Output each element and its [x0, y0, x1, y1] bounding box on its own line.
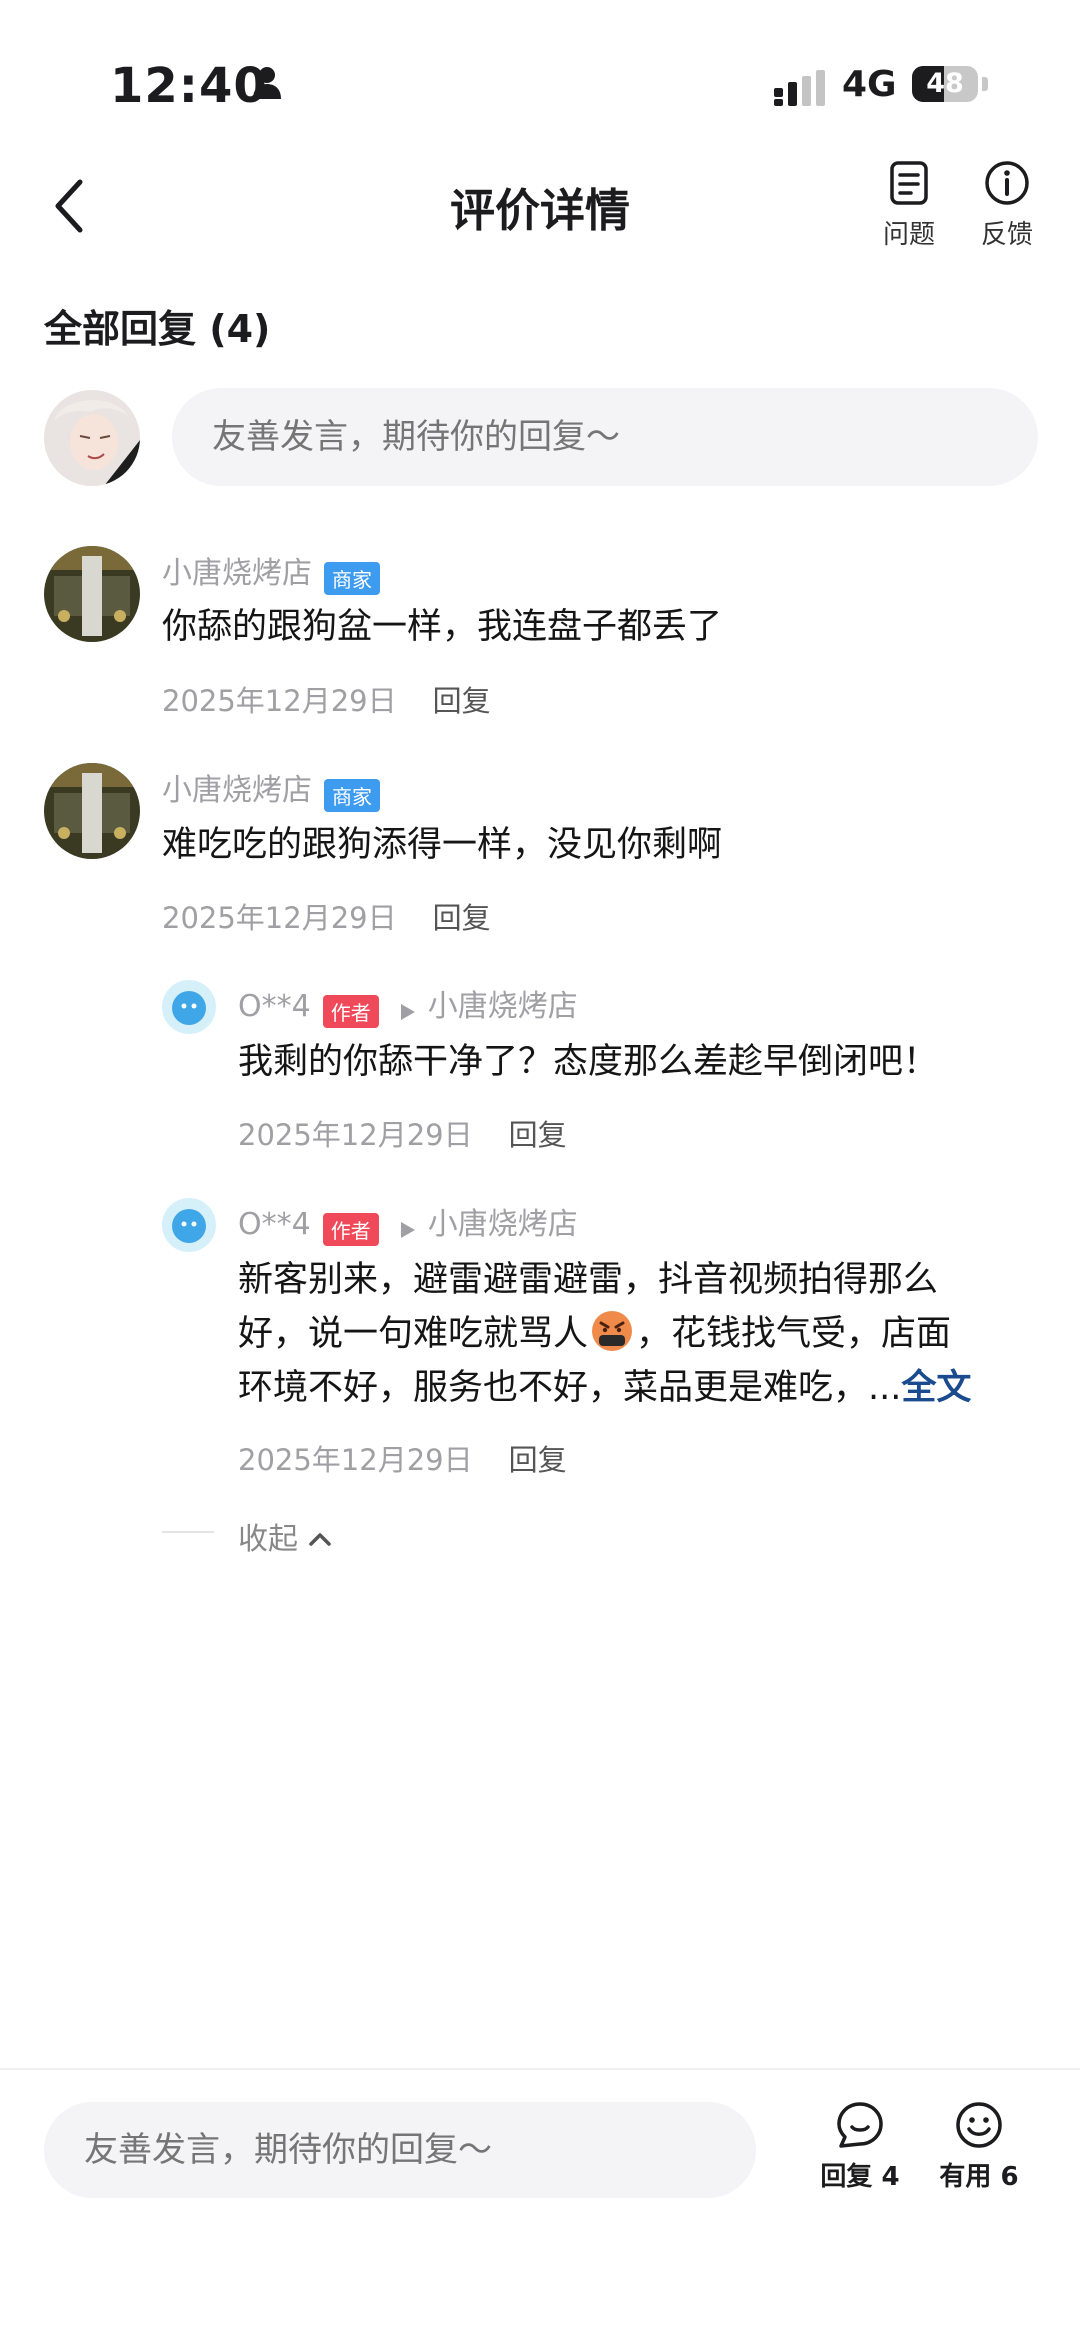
- replier-name[interactable]: O**4: [238, 1207, 311, 1242]
- merchant-avatar[interactable]: [44, 763, 140, 859]
- user-avatar[interactable]: [44, 390, 140, 486]
- merchant-badge: 商家: [324, 779, 380, 812]
- info-icon: [985, 161, 1029, 205]
- author-badge: 作者: [322, 995, 379, 1028]
- reply-button[interactable]: 回复: [509, 1118, 567, 1152]
- reply-button[interactable]: 回复: [433, 901, 491, 935]
- angry-face-icon: [592, 1311, 633, 1351]
- reply-text: 我剩的你舔干净了？态度那么差趁早倒闭吧！: [238, 1042, 939, 1082]
- reply-text-line: 环境不好，服务也不好，菜品更是难吃，...全文: [238, 1368, 972, 1408]
- merchant-avatar[interactable]: [44, 546, 140, 642]
- network-label: 4G: [842, 64, 897, 105]
- document-icon: [890, 161, 928, 205]
- chevron-up-icon: [308, 1533, 331, 1546]
- reply-arrow-icon: [400, 1003, 415, 1020]
- ellipsis: ...: [868, 1368, 902, 1408]
- bottom-divider: [0, 2068, 1080, 2070]
- reply-meta: 2025年12月29日 回复: [238, 1437, 567, 1479]
- battery-percent: 48: [926, 68, 964, 99]
- comment-date: 2025年12月29日: [162, 684, 397, 718]
- comment-text: 你舔的跟狗盆一样，我连盘子都丢了: [162, 607, 723, 647]
- commenter-name[interactable]: 小唐烧烤店: [162, 773, 312, 808]
- commenter-name[interactable]: 小唐烧烤店: [162, 556, 312, 591]
- comment-bubble-icon: [837, 2102, 883, 2148]
- smiley-icon: [956, 2102, 1002, 2148]
- signal-icon: [774, 70, 825, 106]
- reply-arrow-icon: [400, 1221, 415, 1238]
- reply-count-button[interactable]: 回复 4: [805, 2100, 915, 2193]
- reply-target-name[interactable]: 小唐烧烤店: [428, 989, 578, 1024]
- reply-date: 2025年12月29日: [238, 1443, 473, 1477]
- feedback-label: 反馈: [980, 220, 1033, 250]
- question-button[interactable]: 问题: [864, 160, 954, 251]
- status-time: 12:40: [110, 58, 268, 114]
- collapse-label: 收起: [238, 1522, 298, 1557]
- feedback-button[interactable]: 反馈: [962, 160, 1052, 251]
- bottom-comment-input[interactable]: [44, 2102, 756, 2198]
- reply-text-line: 好，说一句难吃就骂人 ，花钱找气受，店面: [238, 1307, 1038, 1361]
- comment-meta: 2025年12月29日 回复: [162, 678, 491, 720]
- battery-tip: [982, 77, 988, 91]
- comment-meta: 2025年12月29日 回复: [162, 895, 491, 937]
- reply-header: O**4 作者 小唐烧烤店: [238, 981, 578, 1028]
- reply-button[interactable]: 回复: [433, 684, 491, 718]
- comment-header: 小唐烧烤店 商家: [162, 765, 380, 812]
- collapse-button[interactable]: 收起: [238, 1514, 332, 1558]
- useful-count-label: 有用 6: [939, 2162, 1019, 2192]
- reply-date: 2025年12月29日: [238, 1118, 473, 1152]
- comment-header: 小唐烧烤店 商家: [162, 548, 380, 595]
- question-label: 问题: [882, 220, 935, 250]
- collapse-divider: [162, 1531, 214, 1533]
- reply-text-line: 新客别来，避雷避雷避雷，抖音视频拍得那么: [238, 1260, 939, 1300]
- replier-name[interactable]: O**4: [238, 989, 311, 1024]
- reply-meta: 2025年12月29日 回复: [238, 1112, 567, 1154]
- comment-text: 难吃吃的跟狗添得一样，没见你剩啊: [162, 825, 723, 865]
- reply-target-name[interactable]: 小唐烧烤店: [428, 1207, 578, 1242]
- comment-date: 2025年12月29日: [162, 901, 397, 935]
- battery-icon: 48: [912, 66, 978, 102]
- person-icon: [253, 67, 281, 99]
- reply-count-label: 回复 4: [820, 2162, 900, 2192]
- useful-button[interactable]: 有用 6: [924, 2100, 1034, 2193]
- reply-header: O**4 作者 小唐烧烤店: [238, 1199, 578, 1246]
- full-text-link[interactable]: 全文: [901, 1368, 971, 1408]
- author-badge: 作者: [322, 1213, 379, 1246]
- section-title: 全部回复 (4): [44, 307, 271, 351]
- author-avatar[interactable]: [162, 1198, 216, 1252]
- comment-input[interactable]: [172, 388, 1038, 486]
- reply-text: 新客别来，避雷避雷避雷，抖音视频拍得那么 好，说一句难吃就骂人 ，花钱找气受，店面…: [238, 1253, 1038, 1415]
- reply-button[interactable]: 回复: [509, 1443, 567, 1477]
- author-avatar[interactable]: [162, 980, 216, 1034]
- merchant-badge: 商家: [324, 562, 380, 595]
